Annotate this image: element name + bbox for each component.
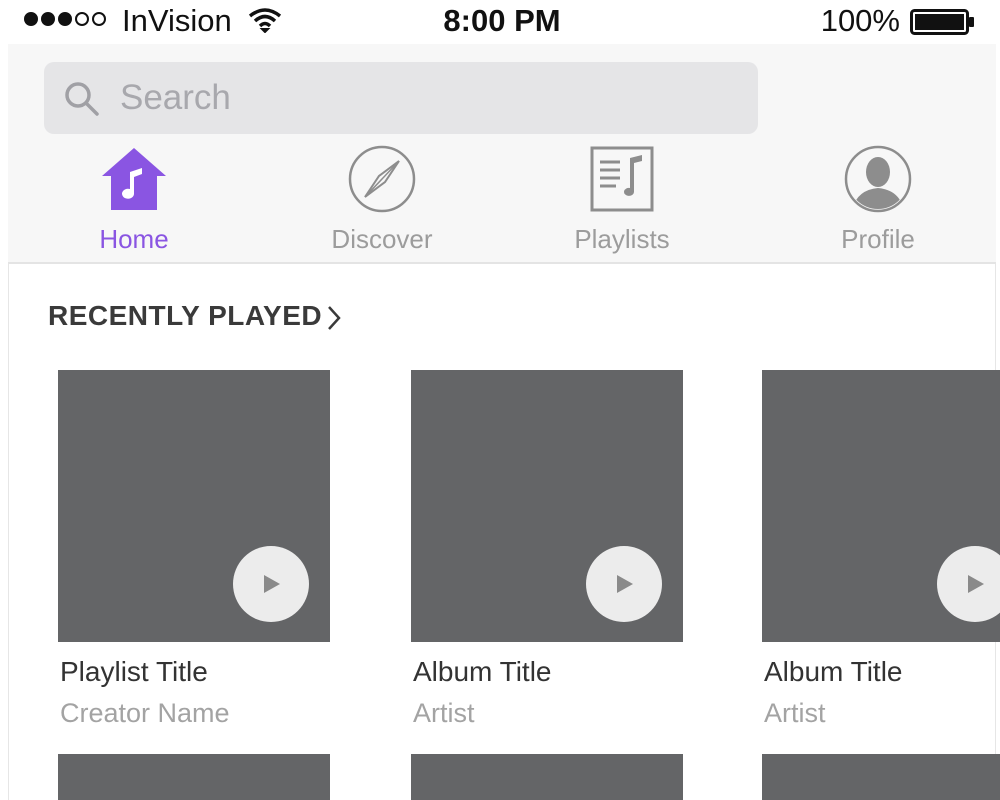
status-bar: InVision 8:00 PM 100%: [8, 0, 996, 44]
tab-playlists[interactable]: Playlists: [522, 142, 722, 254]
chevron-right-icon[interactable]: [326, 304, 342, 332]
tab-profile[interactable]: Profile: [778, 142, 978, 254]
play-icon: [264, 575, 280, 593]
card-subtitle: Artist: [413, 698, 475, 728]
media-card-partial[interactable]: [411, 754, 683, 800]
search-icon: [65, 82, 99, 116]
header: Home Discover Playlists: [8, 44, 996, 264]
tab-discover-label: Discover: [331, 224, 433, 254]
search-bar[interactable]: [44, 62, 758, 134]
tab-discover[interactable]: Discover: [282, 142, 482, 254]
battery-icon: [910, 9, 974, 35]
card-title: Album Title: [413, 656, 552, 687]
tab-home-label: Home: [99, 224, 169, 254]
section-title-recently-played[interactable]: RECENTLY PLAYED: [48, 300, 322, 332]
play-icon: [617, 575, 633, 593]
search-input[interactable]: [120, 62, 720, 134]
tab-home[interactable]: Home: [34, 142, 234, 254]
card-subtitle: Creator Name: [60, 698, 230, 728]
card-title: Playlist Title: [60, 656, 208, 687]
home-music-icon: [102, 148, 166, 210]
compass-icon: [348, 145, 416, 213]
play-button[interactable]: [586, 546, 662, 622]
card-subtitle: Artist: [764, 698, 826, 728]
play-icon: [968, 575, 984, 593]
battery-percentage: 100%: [820, 3, 900, 38]
tab-profile-label: Profile: [841, 224, 915, 254]
play-button[interactable]: [233, 546, 309, 622]
card-title: Album Title: [764, 656, 903, 687]
media-card-partial[interactable]: [762, 754, 1000, 800]
tab-playlists-label: Playlists: [574, 224, 670, 254]
profile-icon: [844, 145, 912, 213]
media-card-partial[interactable]: [58, 754, 330, 800]
playlist-icon: [590, 146, 654, 212]
